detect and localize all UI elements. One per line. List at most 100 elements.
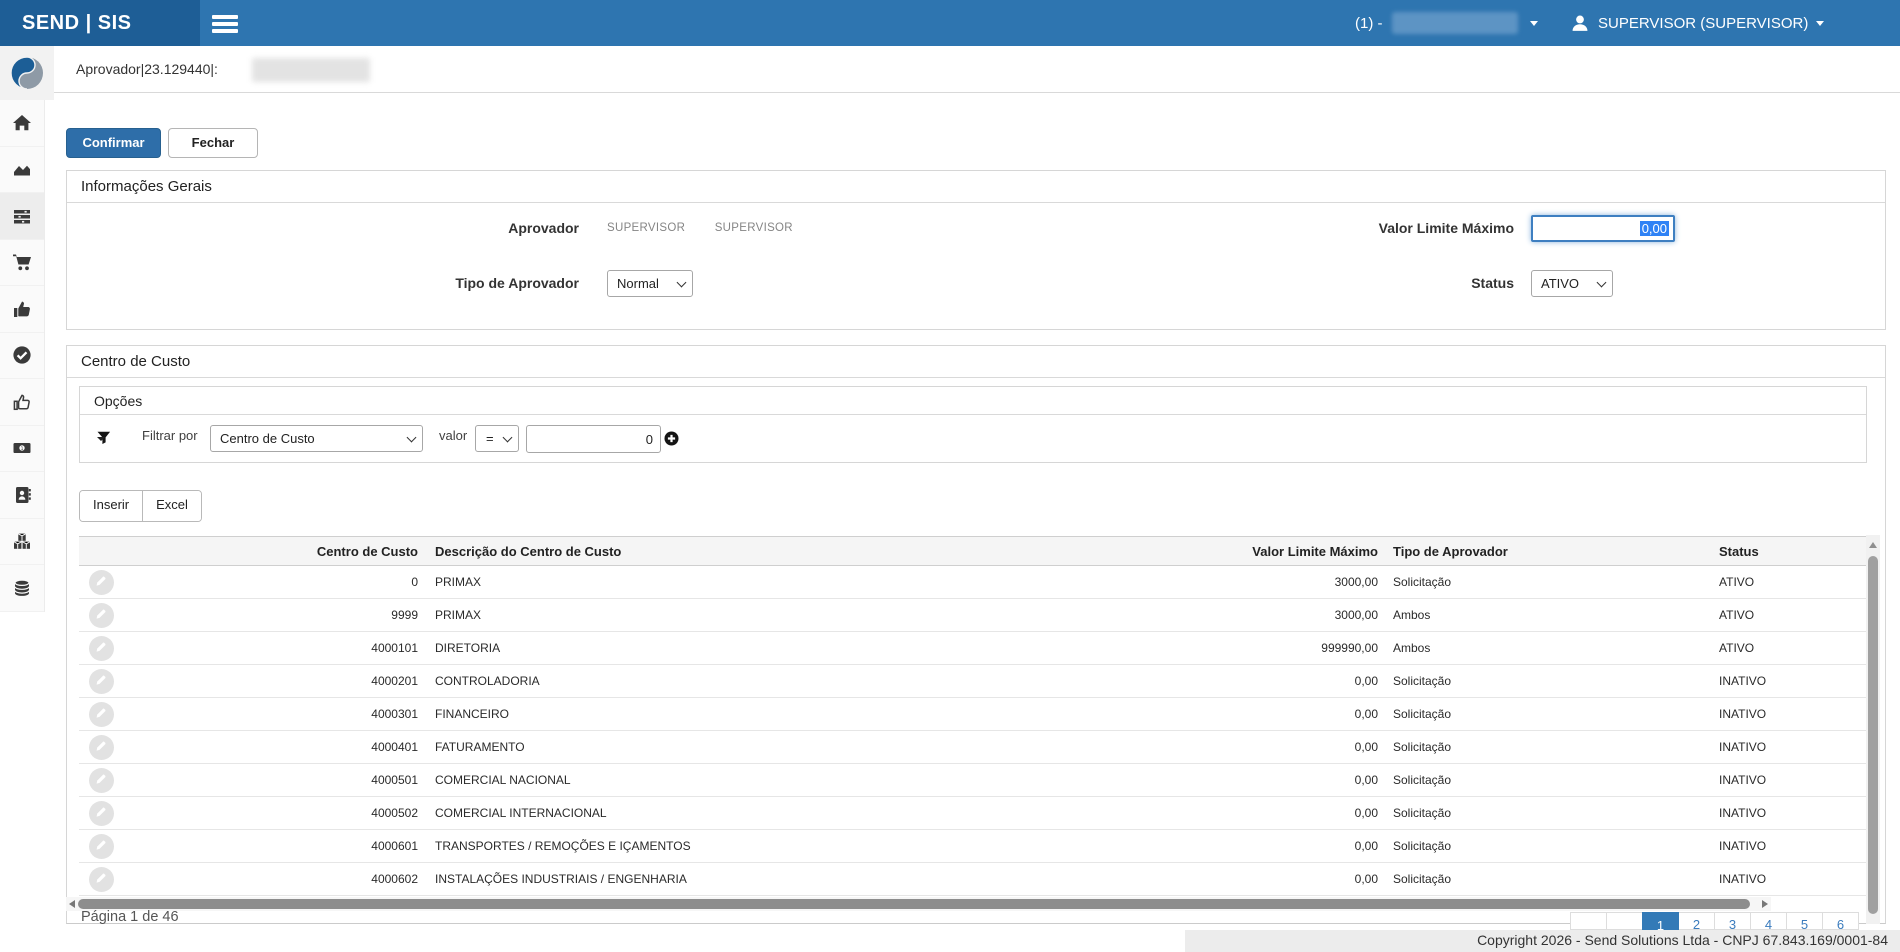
table-row: 4000301FINANCEIRO0,00SolicitaçãoINATIVO — [79, 698, 1867, 731]
excel-button[interactable]: Excel — [142, 491, 201, 521]
database-icon — [12, 578, 32, 598]
sidebar-item-address-book[interactable] — [0, 472, 44, 519]
type-column-header: Tipo de Aprovador — [1378, 544, 1701, 559]
sidebar-item-shopping-cart[interactable] — [0, 240, 44, 287]
chevron-down-icon — [97, 437, 105, 441]
edit-cell — [79, 702, 131, 727]
cost-center-code: 4000201 — [131, 674, 418, 688]
scroll-up-arrow-icon[interactable] — [1869, 542, 1877, 548]
home-icon — [12, 113, 32, 133]
sidebar-item-thumbs-up-outline[interactable] — [0, 379, 44, 426]
cost-center-code: 4000401 — [131, 740, 418, 754]
edit-cell — [79, 834, 131, 859]
sidebar-item-thumbs-up[interactable] — [0, 286, 44, 333]
pencil-icon — [95, 772, 108, 788]
chevron-down-icon — [677, 278, 687, 288]
sidebar-item-tasks[interactable] — [0, 193, 44, 240]
edit-row-button[interactable] — [89, 801, 114, 826]
pencil-icon — [95, 607, 108, 623]
hamburger-menu-icon[interactable] — [212, 15, 238, 36]
filter-field-select[interactable]: Centro de Custo — [210, 425, 423, 452]
confirm-button[interactable]: Confirmar — [66, 128, 161, 158]
app-brand[interactable]: SEND | SIS — [22, 0, 132, 46]
page-button[interactable]: 2 — [1678, 912, 1715, 930]
pencil-icon — [95, 739, 108, 755]
edit-row-button[interactable] — [89, 867, 114, 892]
pagination-info: Página 1 de 46 — [81, 909, 179, 925]
vertical-scrollbar-thumb[interactable] — [1868, 556, 1878, 914]
page-button[interactable]: 4 — [1750, 912, 1787, 930]
pencil-icon — [95, 640, 108, 656]
page-prev-button[interactable] — [1606, 912, 1643, 930]
status-select[interactable]: ATIVO — [1531, 270, 1613, 297]
pencil-icon — [95, 838, 108, 854]
status-label: Status — [1217, 270, 1514, 297]
approver-value: SUPERVISOR SUPERVISOR — [607, 215, 793, 242]
cost-center-limit: 0,00 — [1241, 839, 1378, 853]
cost-center-type: Solicitação — [1378, 674, 1701, 688]
cost-center-description: COMERCIAL NACIONAL — [418, 773, 1241, 787]
limit-input[interactable]: 0,00 — [1531, 215, 1675, 242]
sidebar-item-check-circle[interactable] — [0, 333, 44, 380]
chevron-down-icon — [1597, 278, 1607, 288]
scroll-left-arrow-icon[interactable] — [69, 900, 75, 908]
close-button[interactable]: Fechar — [168, 128, 258, 158]
insert-button[interactable]: Inserir — [80, 491, 142, 521]
cost-center-status: INATIVO — [1701, 806, 1867, 820]
vertical-scrollbar[interactable] — [1866, 535, 1880, 924]
edit-row-button[interactable] — [89, 735, 114, 760]
sidebar-item-database[interactable] — [0, 565, 44, 612]
edit-row-button[interactable] — [89, 603, 114, 628]
sidebar-item-money[interactable]: 1 — [0, 426, 44, 473]
table-row: 9999PRIMAX3000,00AmbosATIVO — [79, 599, 1867, 632]
edit-row-button[interactable] — [89, 834, 114, 859]
edit-row-button[interactable] — [89, 636, 114, 661]
table-row: 4000401FATURAMENTO0,00SolicitaçãoINATIVO — [79, 731, 1867, 764]
cost-center-type: Solicitação — [1378, 839, 1701, 853]
sidebar-item-cubes[interactable] — [0, 519, 44, 566]
edit-row-button[interactable] — [89, 702, 114, 727]
add-filter-icon[interactable] — [664, 431, 679, 451]
page-first-button[interactable] — [1570, 912, 1607, 930]
top-navbar: SEND | SIS (1) - SUPERVISOR (SUPERVISOR) — [0, 0, 1900, 46]
user-label: SUPERVISOR (SUPERVISOR) — [1598, 15, 1808, 32]
cost-center-limit: 999990,00 — [1241, 641, 1378, 655]
options-title: Opções — [80, 387, 1866, 415]
cost-center-description: PRIMAX — [418, 575, 1241, 589]
sidebar-item-home[interactable] — [0, 100, 44, 147]
cost-center-type: Ambos — [1378, 641, 1701, 655]
sidebar-item-area-chart[interactable] — [0, 147, 44, 194]
horizontal-scrollbar[interactable] — [66, 897, 1771, 911]
send-logo-icon — [9, 55, 45, 91]
pencil-icon — [95, 871, 108, 887]
cost-center-status: INATIVO — [1701, 872, 1867, 886]
edit-row-button[interactable] — [89, 570, 114, 595]
filter-operator-select[interactable]: = — [475, 425, 519, 452]
page-button[interactable]: 6 — [1822, 912, 1859, 930]
approver-type-select[interactable]: Normal — [607, 270, 693, 297]
area-chart-icon — [12, 159, 32, 179]
edit-row-button[interactable] — [89, 669, 114, 694]
cost-center-description: FINANCEIRO — [418, 707, 1241, 721]
cost-center-type: Ambos — [1378, 608, 1701, 622]
table-row: 4000601TRANSPORTES / REMOÇÕES E IÇAMENTO… — [79, 830, 1867, 863]
user-menu[interactable]: SUPERVISOR (SUPERVISOR) — [1570, 11, 1824, 35]
organization-dropdown[interactable]: (1) - — [1355, 11, 1538, 35]
page-button[interactable]: 3 — [1714, 912, 1751, 930]
breadcrumb-redacted — [252, 58, 370, 82]
cost-center-limit: 0,00 — [1241, 773, 1378, 787]
copyright-text: Copyright 2026 - Send Solutions Ltda - C… — [1477, 932, 1888, 948]
page-button[interactable]: 5 — [1786, 912, 1823, 930]
scroll-right-arrow-icon[interactable] — [1762, 900, 1768, 908]
cost-center-description: INSTALAÇÕES INDUSTRIAIS / ENGENHARIA — [418, 872, 1241, 886]
cost-center-description: PRIMAX — [418, 608, 1241, 622]
table-row: 4000602INSTALAÇÕES INDUSTRIAIS / ENGENHA… — [79, 863, 1867, 896]
horizontal-scrollbar-thumb[interactable] — [78, 899, 1750, 909]
cost-center-limit: 3000,00 — [1241, 575, 1378, 589]
status-value: ATIVO — [1541, 276, 1579, 291]
edit-row-button[interactable] — [89, 768, 114, 793]
address-book-icon — [12, 485, 32, 505]
limit-input-selected-text: 0,00 — [1640, 221, 1669, 236]
filter-value-input[interactable] — [526, 425, 661, 453]
cost-center-description: DIRETORIA — [418, 641, 1241, 655]
